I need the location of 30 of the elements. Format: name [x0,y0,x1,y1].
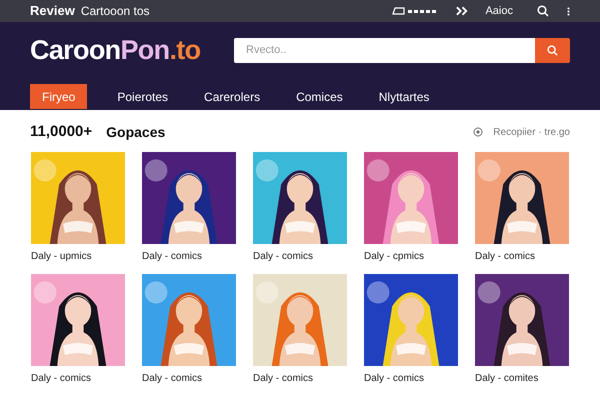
chevrons-icon[interactable] [456,6,470,16]
item-caption[interactable]: Daly - comics [475,249,569,264]
device-icon[interactable] [392,6,438,16]
site-brand: Review [30,2,75,20]
search-field[interactable]: Rvecto.. [234,38,535,62]
section-title: Gopaces [106,122,166,142]
item-caption[interactable]: Daly - comics [31,371,125,386]
item-caption[interactable]: Daly - comics [364,371,458,386]
item-caption[interactable]: Daly - comics [253,249,347,264]
nav-tab[interactable]: Comices [288,84,351,109]
item-caption[interactable]: Daly - comites [475,371,569,386]
site-title: Cartooon tos [80,3,150,20]
search-icon [547,44,558,56]
item-caption[interactable]: Daly - upmics [31,249,125,264]
more-icon[interactable] [567,6,570,16]
nav-tab[interactable]: Firyeo [30,84,88,109]
site-logo[interactable]: CaroonPon.to [30,30,210,70]
nav-tab[interactable]: Carerolers [196,84,268,109]
sort-option[interactable]: Recopiier · tre.go [493,124,570,140]
item-caption[interactable]: Daly - comics [253,371,347,386]
item-caption[interactable]: Daly - cpmics [364,249,458,264]
settings-icon[interactable] [473,127,484,137]
top-link[interactable]: Aaioc [485,2,513,20]
result-count: 11,0000+ [30,122,92,142]
nav-tab[interactable]: Nlyttartes [370,84,438,109]
item-caption[interactable]: Daly - comics [142,371,236,386]
search-button[interactable] [535,38,570,62]
item-caption[interactable]: Daly - comics [142,249,236,264]
nav-tab[interactable]: Poierotes [109,84,176,109]
search-icon[interactable] [537,5,549,17]
